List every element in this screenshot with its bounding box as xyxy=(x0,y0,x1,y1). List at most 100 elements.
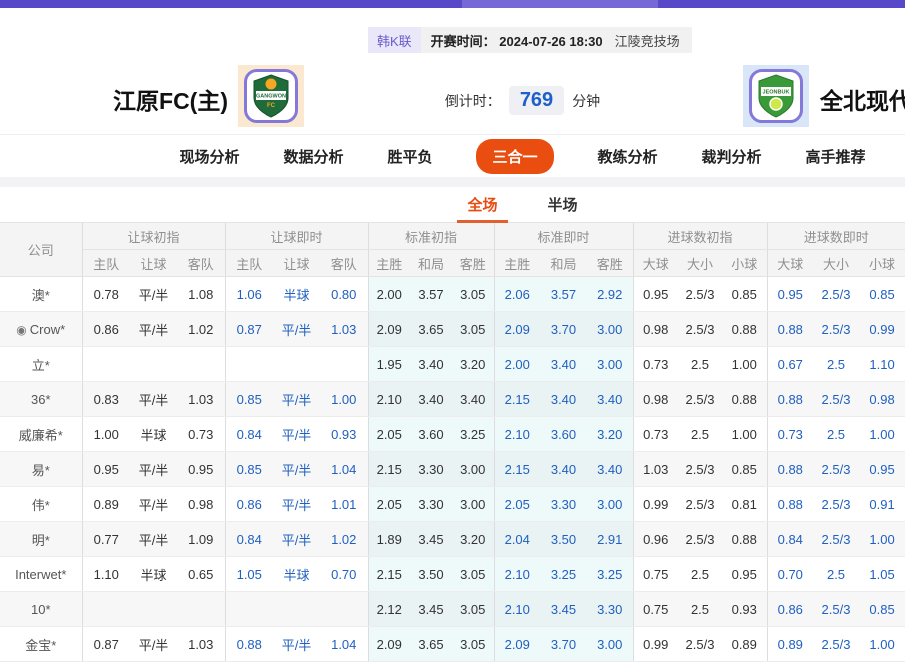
odds-cell: 2.5/3 xyxy=(678,487,722,522)
odds-cell: 2.5/3 xyxy=(678,312,722,347)
countdown-label: 倒计时： xyxy=(445,91,501,111)
odds-cell: 平/半 xyxy=(130,452,177,487)
odds-cell: 1.04 xyxy=(320,627,368,662)
sub-header-1-3: 客队 xyxy=(177,250,225,277)
odds-cell: 2.5 xyxy=(813,557,859,592)
nav-tab-3[interactable]: 胜平负 xyxy=(387,146,432,167)
group-header-4: 标准即时 xyxy=(494,223,633,250)
odds-cell: 1.08 xyxy=(177,277,225,312)
odds-cell: 2.5 xyxy=(813,417,859,452)
odds-cell: 2.10 xyxy=(368,382,410,417)
odds-cell: 2.5 xyxy=(678,417,722,452)
odds-cell: 0.95 xyxy=(82,452,130,487)
odds-cell: 平/半 xyxy=(273,417,320,452)
subtab-1[interactable]: 全场 xyxy=(465,190,499,219)
odds-cell: 3.30 xyxy=(587,592,633,627)
odds-cell: 2.5/3 xyxy=(813,382,859,417)
odds-cell xyxy=(320,592,368,627)
company-cell[interactable]: 澳* xyxy=(0,277,82,312)
odds-cell: 3.60 xyxy=(540,417,587,452)
odds-cell: 0.88 xyxy=(225,627,273,662)
odds-cell: 2.5 xyxy=(813,347,859,382)
odds-cell: 3.50 xyxy=(410,557,452,592)
odds-cell: 3.05 xyxy=(452,277,494,312)
company-cell[interactable]: 伟* xyxy=(0,487,82,522)
subtab-2[interactable]: 半场 xyxy=(546,190,580,219)
odds-cell: 0.70 xyxy=(320,557,368,592)
odds-cell: 0.93 xyxy=(320,417,368,452)
company-cell[interactable]: 威廉希* xyxy=(0,417,82,452)
odds-cell: 3.25 xyxy=(587,557,633,592)
odds-cell: 1.00 xyxy=(722,347,767,382)
odds-cell: 0.99 xyxy=(633,487,678,522)
odds-cell: 3.70 xyxy=(540,627,587,662)
nav-tab-4[interactable]: 三合一 xyxy=(476,139,553,174)
odds-cell xyxy=(177,347,225,382)
company-cell[interactable]: 10* xyxy=(0,592,82,627)
odds-cell: 3.57 xyxy=(540,277,587,312)
odds-cell: 1.00 xyxy=(722,417,767,452)
odds-cell: 3.20 xyxy=(452,522,494,557)
odds-cell: 0.91 xyxy=(859,487,905,522)
odds-cell: 2.5/3 xyxy=(813,487,859,522)
odds-cell: 1.03 xyxy=(320,312,368,347)
odds-cell: 半球 xyxy=(273,277,320,312)
odds-cell: 1.00 xyxy=(82,417,130,452)
odds-cell: 3.40 xyxy=(540,347,587,382)
odds-cell: 0.78 xyxy=(82,277,130,312)
match-odds-page: 韩K联 开赛时间： 2024-07-26 18:30 江陵竞技场 江原FC(主)… xyxy=(0,0,905,667)
odds-cell: 0.99 xyxy=(859,312,905,347)
odds-cell: 2.5/3 xyxy=(678,627,722,662)
odds-cell: 平/半 xyxy=(273,487,320,522)
group-header-6: 进球数即时 xyxy=(767,223,905,250)
odds-cell: 1.89 xyxy=(368,522,410,557)
sub-header-3-1: 主胜 xyxy=(368,250,410,277)
odds-cell: 2.5/3 xyxy=(678,522,722,557)
odds-row: 金宝*0.87平/半1.030.88平/半1.042.093.653.052.0… xyxy=(0,627,905,662)
odds-row: 10*2.123.453.052.103.453.300.752.50.930.… xyxy=(0,592,905,627)
odds-cell: 2.05 xyxy=(494,487,540,522)
odds-cell: 0.73 xyxy=(177,417,225,452)
nav-tab-5[interactable]: 教练分析 xyxy=(598,146,658,167)
odds-cell: 0.70 xyxy=(767,557,813,592)
odds-cell xyxy=(130,347,177,382)
company-cell[interactable]: 立* xyxy=(0,347,82,382)
nav-tab-6[interactable]: 裁判分析 xyxy=(702,146,762,167)
odds-cell: 3.00 xyxy=(587,627,633,662)
odds-cell: 3.00 xyxy=(587,347,633,382)
odds-cell: 0.88 xyxy=(722,382,767,417)
odds-cell: 3.40 xyxy=(587,382,633,417)
venue-name: 江陵竞技场 xyxy=(613,27,692,53)
odds-cell: 半球 xyxy=(130,417,177,452)
sub-header-5-2: 大小 xyxy=(678,250,722,277)
group-header-1: 让球初指 xyxy=(82,223,225,250)
odds-cell: 2.09 xyxy=(494,627,540,662)
odds-row: 36*0.83平/半1.030.85平/半1.002.103.403.402.1… xyxy=(0,382,905,417)
odds-cell: 3.25 xyxy=(452,417,494,452)
odds-cell: 2.00 xyxy=(368,277,410,312)
sub-header-1-1: 主队 xyxy=(82,250,130,277)
sub-header-4-1: 主胜 xyxy=(494,250,540,277)
company-cell[interactable]: 36* xyxy=(0,382,82,417)
company-cell[interactable]: ◉Crow* xyxy=(0,312,82,347)
group-header-5: 进球数初指 xyxy=(633,223,767,250)
odds-cell: 3.05 xyxy=(452,557,494,592)
nav-tab-7[interactable]: 高手推荐 xyxy=(806,146,866,167)
odds-cell: 0.83 xyxy=(82,382,130,417)
company-cell[interactable]: Interwet* xyxy=(0,557,82,592)
odds-cell: 0.98 xyxy=(177,487,225,522)
odds-cell: 0.88 xyxy=(722,312,767,347)
odds-cell: 1.03 xyxy=(177,382,225,417)
odds-cell: 0.84 xyxy=(225,417,273,452)
company-cell[interactable]: 金宝* xyxy=(0,627,82,662)
nav-tab-2[interactable]: 数据分析 xyxy=(283,146,343,167)
odds-cell: 2.5/3 xyxy=(813,627,859,662)
odds-cell: 0.85 xyxy=(859,592,905,627)
nav-tab-1[interactable]: 现场分析 xyxy=(179,146,239,167)
odds-cell: 1.05 xyxy=(859,557,905,592)
odds-cell: 0.84 xyxy=(767,522,813,557)
odds-cell: 0.81 xyxy=(722,487,767,522)
company-cell[interactable]: 明* xyxy=(0,522,82,557)
company-cell[interactable]: 易* xyxy=(0,452,82,487)
odds-cell: 0.86 xyxy=(225,487,273,522)
